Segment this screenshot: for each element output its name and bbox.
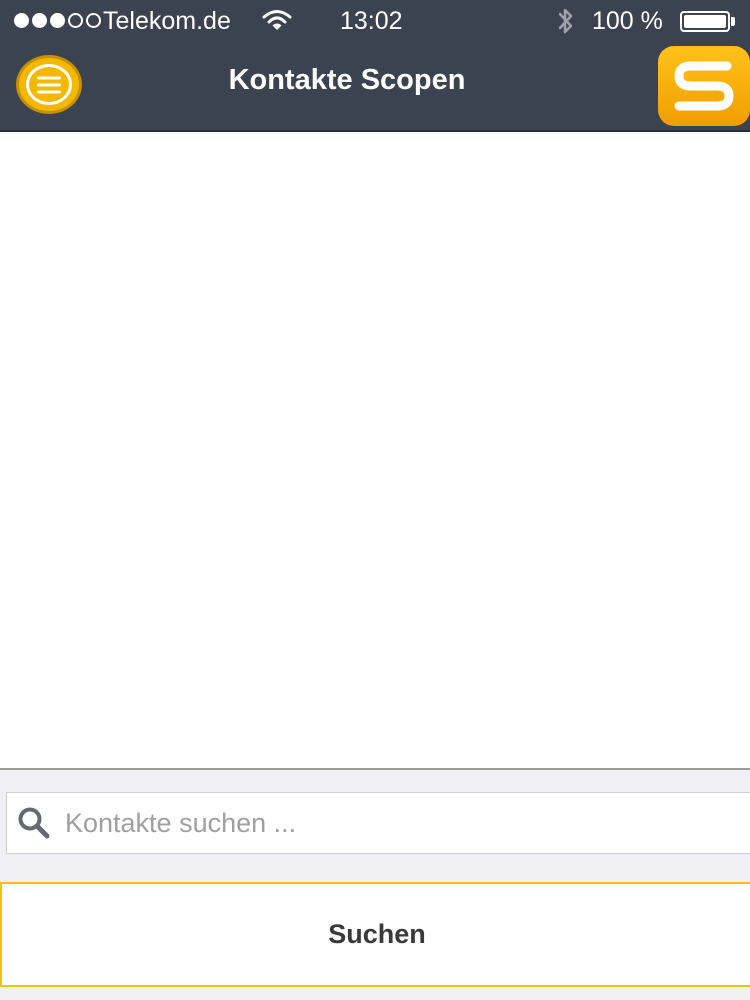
- search-icon: [17, 806, 63, 840]
- signal-strength-indicator: [14, 13, 101, 28]
- battery-tip: [731, 17, 735, 26]
- status-time: 13:02: [340, 7, 403, 35]
- search-box: [6, 792, 750, 854]
- signal-dot: [14, 13, 29, 28]
- battery-percentage: 100 %: [592, 7, 663, 35]
- status-bar: Telekom.de 13:02 100 %: [0, 0, 750, 44]
- search-panel: Suchen: [0, 768, 750, 1000]
- carrier-name: Telekom.de: [103, 7, 231, 35]
- signal-dot: [32, 13, 47, 28]
- wifi-icon: [262, 8, 292, 39]
- battery-fill: [684, 15, 726, 28]
- signal-dot: [50, 13, 65, 28]
- signal-dot: [86, 13, 101, 28]
- s-logo-icon[interactable]: [658, 46, 750, 126]
- battery-icon: [680, 11, 730, 32]
- page-title: Kontakte Scopen: [228, 64, 466, 96]
- top-bar: Telekom.de 13:02 100 % Kontakte Scopen: [0, 0, 750, 132]
- search-button[interactable]: Suchen: [0, 882, 750, 987]
- contact-search-input[interactable]: [65, 807, 665, 839]
- signal-dot: [68, 13, 83, 28]
- bluetooth-icon: [556, 6, 576, 43]
